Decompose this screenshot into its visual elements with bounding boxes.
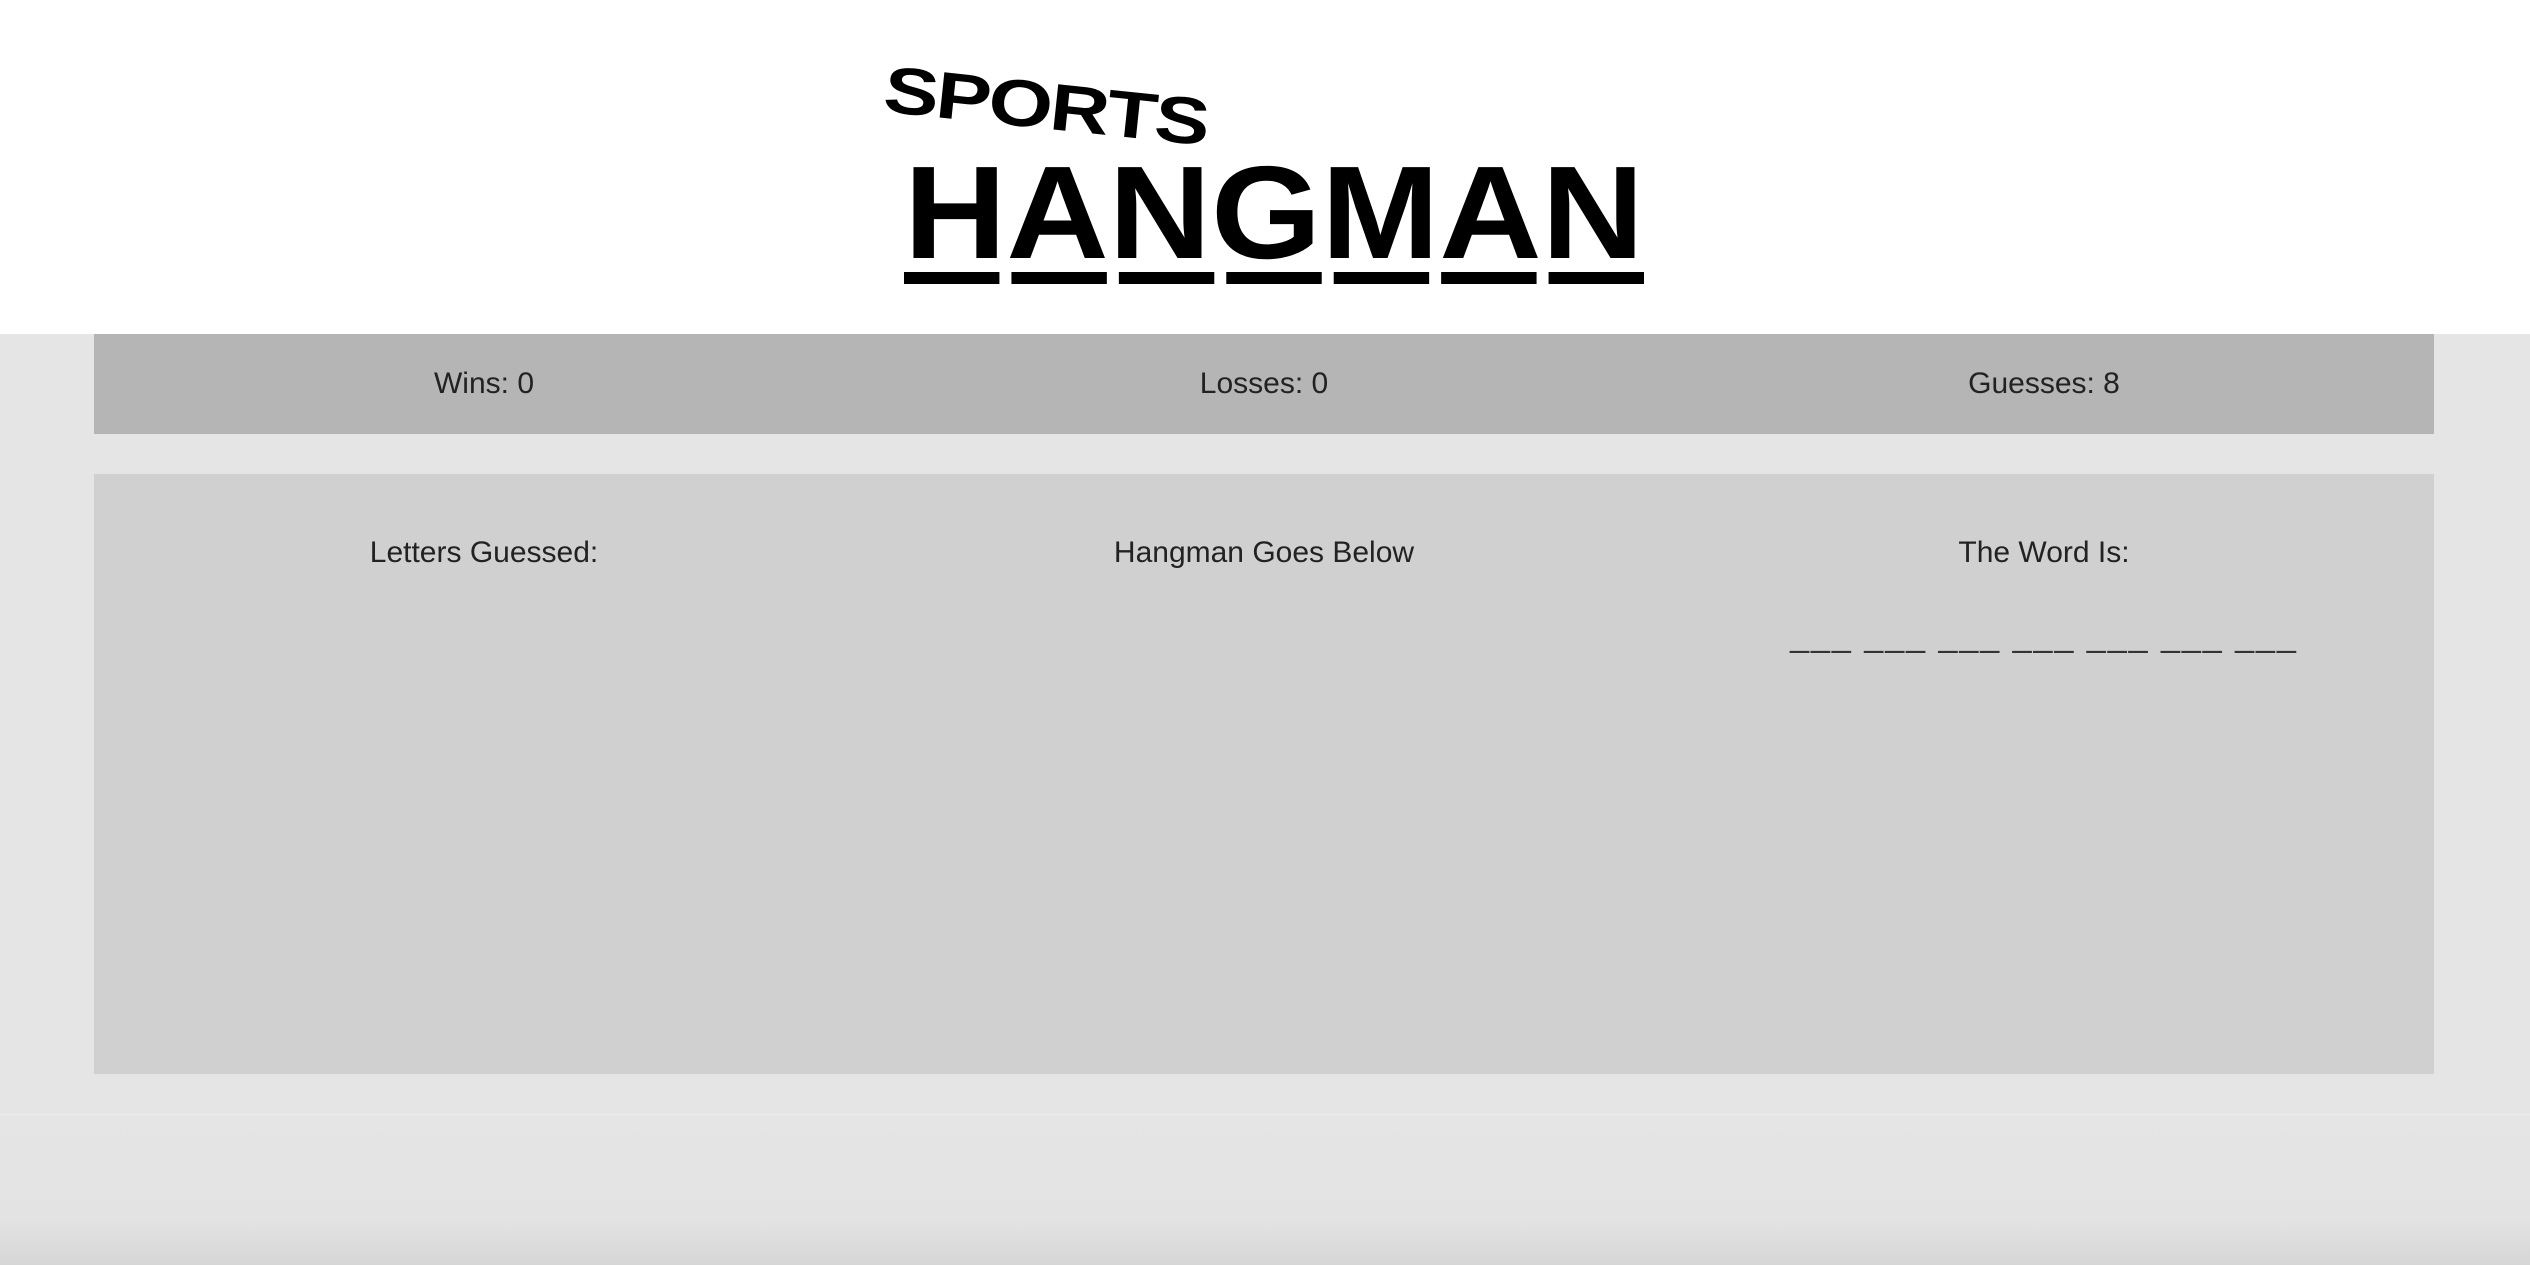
word-title: The Word Is: <box>1958 536 2130 569</box>
word-section: The Word Is: ___ ___ ___ ___ ___ ___ ___ <box>1654 474 2434 1074</box>
hangman-drawing-area <box>1064 594 1464 1034</box>
hangman-title: Hangman Goes Below <box>1113 536 1415 569</box>
guesses-remaining-counter: Guesses: 8 <box>1968 367 2120 400</box>
logo-underline-blank <box>1011 272 1107 284</box>
stats-bar: Wins: 0 Losses: 0 Guesses: 8 <box>94 334 2434 434</box>
hangman-section: Hangman Goes Below <box>874 474 1654 1074</box>
word-blanks: ___ ___ ___ ___ ___ ___ ___ <box>1790 616 2298 654</box>
logo-underline-blank <box>1333 272 1430 284</box>
logo-underline-blank <box>904 272 1000 284</box>
logo-underline-blank <box>1226 272 1322 284</box>
logo-underline-blank <box>1118 272 1215 284</box>
sports-hangman-logo: SPORTS HANGMAN <box>870 58 1650 298</box>
letters-guessed-section: Letters Guessed: <box>94 474 874 1074</box>
letters-guessed-title: Letters Guessed: <box>369 536 599 569</box>
header: SPORTS HANGMAN <box>0 0 2530 334</box>
logo-underline-blank <box>1548 272 1644 284</box>
logo-underline-blank <box>1441 272 1537 284</box>
wins-counter: Wins: 0 <box>433 367 535 400</box>
game-panel: Letters Guessed: Hangman Goes Below The … <box>94 474 2434 1074</box>
svg-text:HANGMAN: HANGMAN <box>904 139 1644 286</box>
losses-counter: Losses: 0 <box>1199 367 1329 400</box>
footer <box>0 1114 2530 1265</box>
